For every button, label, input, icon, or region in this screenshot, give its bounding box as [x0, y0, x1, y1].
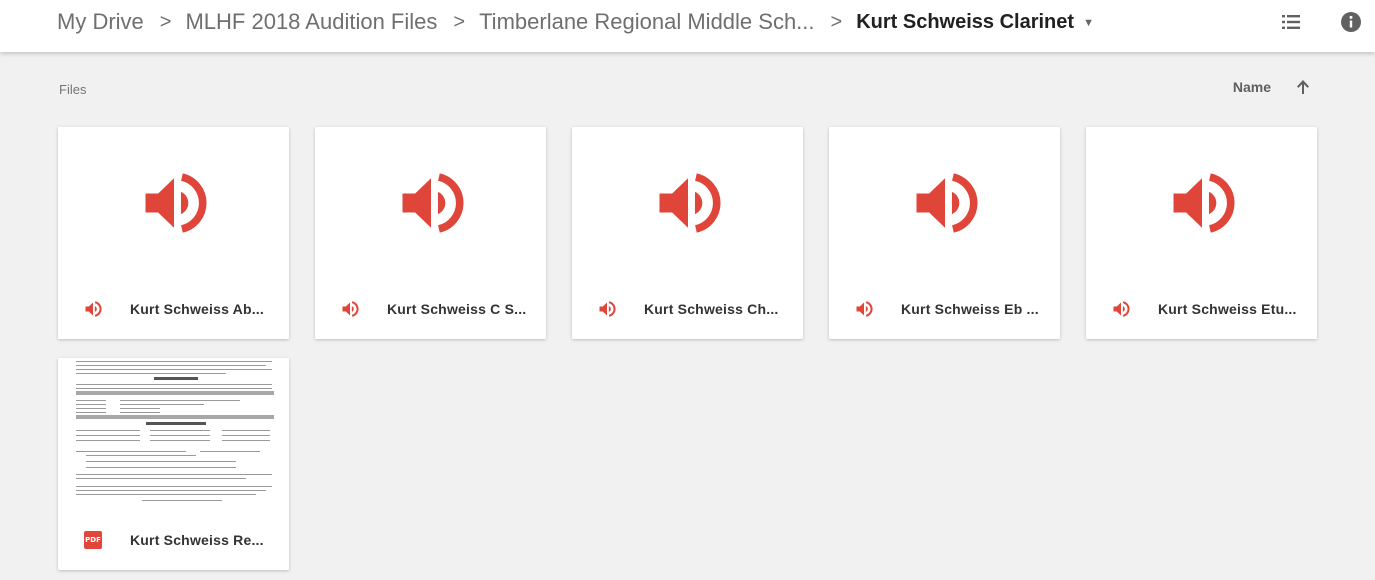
audio-thumbnail [1086, 127, 1317, 278]
breadcrumb-separator: > [159, 10, 172, 33]
arrow-up-icon[interactable] [1295, 78, 1311, 96]
audio-file-icon [1110, 298, 1132, 320]
file-card-footer: Kurt Schweiss C S... [315, 278, 546, 339]
audio-thumbnail [829, 127, 1060, 278]
sort-by-name-button[interactable]: Name [1233, 79, 1271, 95]
file-card[interactable]: PDF Kurt Schweiss Re... [58, 358, 289, 570]
breadcrumb-separator: > [830, 10, 843, 33]
breadcrumb: My Drive > MLHF 2018 Audition Files > Ti… [57, 0, 1094, 44]
pdf-file-icon: PDF [82, 529, 104, 551]
file-name: Kurt Schweiss C S... [387, 300, 527, 317]
audio-thumbnail [315, 127, 546, 278]
file-card-footer: Kurt Schweiss Etu... [1086, 278, 1317, 339]
file-name: Kurt Schweiss Ab... [130, 300, 264, 317]
audio-speaker-icon [916, 172, 977, 233]
audio-speaker-icon [1173, 172, 1234, 233]
audio-speaker-icon [659, 172, 720, 233]
folder-menu-chevron-down-icon[interactable]: ▼ [1083, 17, 1094, 29]
file-name: Kurt Schweiss Etu... [1158, 300, 1297, 317]
breadcrumb-my-drive[interactable]: My Drive [57, 9, 144, 35]
audio-thumbnail [572, 127, 803, 278]
breadcrumb-separator: > [453, 10, 466, 33]
list-view-icon[interactable] [1279, 10, 1303, 34]
file-card-footer: Kurt Schweiss Ch... [572, 278, 803, 339]
file-card[interactable]: Kurt Schweiss Ch... [572, 127, 803, 339]
breadcrumb-audition-files[interactable]: MLHF 2018 Audition Files [185, 9, 437, 35]
file-card-footer: Kurt Schweiss Ab... [58, 278, 289, 339]
file-card[interactable]: Kurt Schweiss Ab... [58, 127, 289, 339]
file-card-footer: Kurt Schweiss Eb ... [829, 278, 1060, 339]
audio-speaker-icon [145, 172, 206, 233]
file-card[interactable]: Kurt Schweiss Etu... [1086, 127, 1317, 339]
file-card-footer: PDF Kurt Schweiss Re... [58, 509, 289, 570]
sort-control: Name [1233, 78, 1311, 96]
document-preview-thumbnail [72, 358, 278, 509]
audio-file-icon [339, 298, 361, 320]
file-name: Kurt Schweiss Ch... [644, 300, 779, 317]
audio-speaker-icon [402, 172, 463, 233]
file-grid: Kurt Schweiss Ab... Kurt Schweiss C S... [58, 127, 1338, 570]
breadcrumb-current-folder[interactable]: Kurt Schweiss Clarinet [856, 11, 1074, 34]
files-section-label: Files [59, 82, 87, 97]
audio-file-icon [82, 298, 104, 320]
pdf-badge: PDF [84, 530, 102, 549]
audio-thumbnail [58, 127, 289, 278]
breadcrumb-school-folder[interactable]: Timberlane Regional Middle Sch... [479, 9, 814, 35]
file-card[interactable]: Kurt Schweiss C S... [315, 127, 546, 339]
file-name: Kurt Schweiss Eb ... [901, 300, 1039, 317]
top-bar: My Drive > MLHF 2018 Audition Files > Ti… [0, 0, 1375, 52]
audio-file-icon [596, 298, 618, 320]
audio-file-icon [853, 298, 875, 320]
info-icon[interactable] [1339, 10, 1363, 34]
file-card[interactable]: Kurt Schweiss Eb ... [829, 127, 1060, 339]
file-name: Kurt Schweiss Re... [130, 531, 264, 548]
